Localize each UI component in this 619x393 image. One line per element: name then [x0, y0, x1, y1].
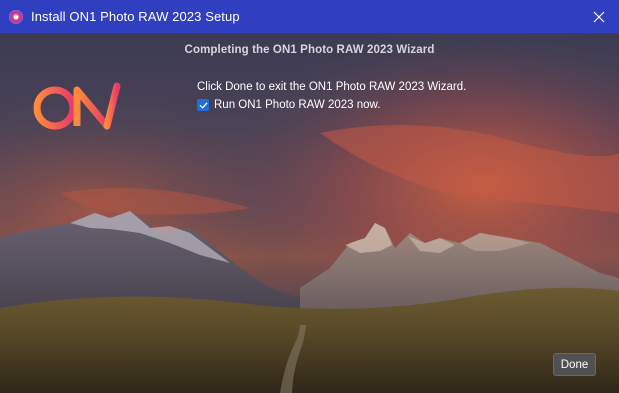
close-icon	[593, 11, 605, 22]
instructions-text: Click Done to exit the ON1 Photo RAW 202…	[197, 81, 467, 93]
done-button[interactable]: Done	[553, 353, 596, 376]
background-landscape: Completing the ON1 Photo RAW 2023 Wizard…	[0, 33, 619, 393]
window-title: Install ON1 Photo RAW 2023 Setup	[31, 9, 240, 24]
run-now-option[interactable]: Run ON1 Photo RAW 2023 now.	[197, 99, 380, 111]
on1-app-icon	[9, 9, 23, 24]
title-bar[interactable]: Install ON1 Photo RAW 2023 Setup	[0, 0, 619, 33]
on1-logo	[33, 82, 121, 130]
installer-window: Install ON1 Photo RAW 2023 Setup Complet…	[0, 0, 619, 393]
run-now-label[interactable]: Run ON1 Photo RAW 2023 now.	[214, 99, 380, 111]
checkmark-icon	[199, 102, 207, 108]
close-button[interactable]	[579, 0, 619, 33]
run-now-checkbox[interactable]	[197, 99, 209, 111]
wizard-heading: Completing the ON1 Photo RAW 2023 Wizard	[184, 44, 435, 56]
